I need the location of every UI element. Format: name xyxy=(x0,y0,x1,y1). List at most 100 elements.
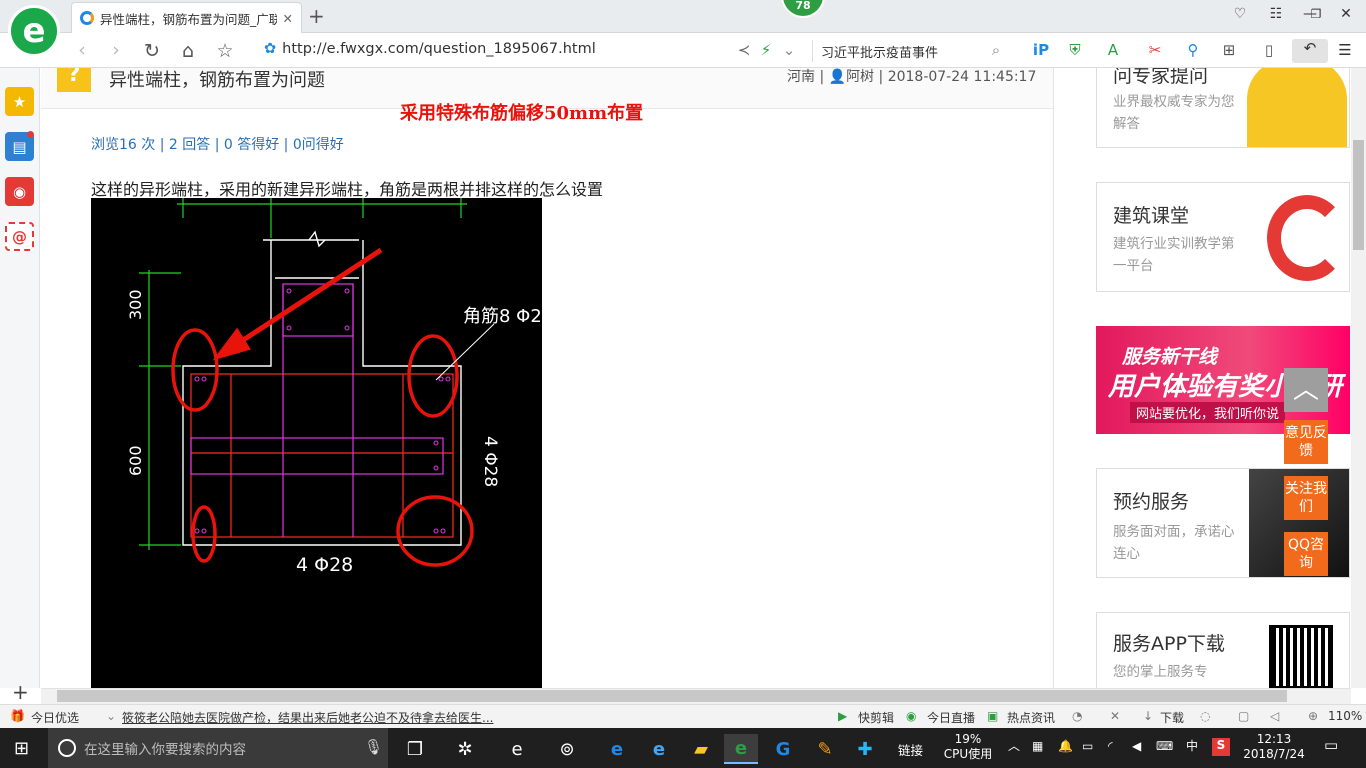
question-stats[interactable]: 浏览16 次 | 2 回答 | 0 答得好 | 0问得好 xyxy=(91,134,344,154)
sidebar-add-icon[interactable]: + xyxy=(12,680,29,704)
meta-region[interactable]: 河南 xyxy=(787,69,815,85)
card-subtitle: 您的掌上服务专 xyxy=(1113,664,1208,680)
url-text: http://e.fwxgx.com/question_1895067.html xyxy=(282,41,596,57)
windows-start-icon[interactable]: ⊞ xyxy=(14,738,29,759)
link-toolbar[interactable]: 链接 xyxy=(898,740,923,759)
follow-us-button[interactable]: 关注我们 xyxy=(1284,476,1328,520)
new-tab-button[interactable]: + xyxy=(308,4,325,28)
back-icon[interactable]: ‹ xyxy=(70,39,94,61)
volume-icon[interactable]: ◀ xyxy=(1132,739,1141,754)
shield-icon[interactable]: ⛨ xyxy=(1064,41,1086,59)
ime-indicator[interactable]: 中 xyxy=(1186,739,1198,754)
swirl-app-icon[interactable]: ⊚ xyxy=(550,734,584,764)
scissors-icon[interactable]: ✂ xyxy=(1144,41,1166,59)
edge-legacy-icon[interactable]: e xyxy=(500,734,534,764)
download-arrow-icon: ↓ xyxy=(1143,709,1154,723)
chevron-down-icon: ⌄ xyxy=(106,709,117,723)
edge-icon[interactable]: e xyxy=(600,734,634,764)
dim-side-label: 600 xyxy=(126,445,145,476)
g-app-icon[interactable]: G xyxy=(766,734,800,764)
notes-app-icon[interactable]: ✎ xyxy=(808,734,842,764)
clock-date: 2018/7/24 xyxy=(1243,747,1305,761)
mascot-icon xyxy=(1247,68,1347,147)
sidebar-mail-icon[interactable]: @ xyxy=(5,222,34,251)
news-ticker-link[interactable]: 筱筱老公陪她去医院做产检，结果出来后她老公迫不及待拿去给医生... xyxy=(122,709,493,726)
clock-time: 12:13 xyxy=(1256,732,1292,746)
sogou-ime-icon[interactable]: S xyxy=(1212,738,1230,756)
feedback-button[interactable]: 意见反馈 xyxy=(1284,420,1328,464)
browser-logo-icon[interactable]: e xyxy=(8,5,60,57)
tray-chevron-icon[interactable]: ︿ xyxy=(1008,739,1020,754)
translate-icon[interactable]: A xyxy=(1102,41,1124,59)
tray-app-icon[interactable]: ▦ xyxy=(1032,739,1043,754)
card-subtitle: 业界最权威专家为您解答 xyxy=(1113,94,1235,132)
card-title: 预约服务 xyxy=(1113,491,1190,513)
main-menu-icon[interactable]: ☰ xyxy=(1334,41,1356,59)
wifi-icon[interactable]: ◜ xyxy=(1108,739,1113,754)
horizontal-scroll-thumb[interactable] xyxy=(57,690,1287,702)
block-icon[interactable]: ✕ xyxy=(1110,709,1120,723)
battery-icon[interactable]: ▭ xyxy=(1082,739,1093,754)
back-to-top-button[interactable]: ︿ xyxy=(1284,368,1328,412)
taskbar-search-box[interactable]: 在这里输入你要搜索的内容 xyxy=(48,728,388,768)
bottom-bar-label: 4 Φ28 xyxy=(296,554,353,576)
course-logo-icon xyxy=(1267,195,1347,281)
cpu-label: CPU使用 xyxy=(943,747,993,761)
refresh-icon[interactable]: ↻ xyxy=(140,40,164,62)
url-bar[interactable]: ✿ http://e.fwxgx.com/question_1895067.ht… xyxy=(264,41,596,57)
file-explorer-icon[interactable]: ▰ xyxy=(684,734,718,764)
keyboard-icon[interactable]: ⌨ xyxy=(1156,739,1173,754)
qq-consult-button[interactable]: QQ咨询 xyxy=(1284,532,1328,576)
ie-icon[interactable]: e xyxy=(642,734,676,764)
card-subtitle: 建筑行业实训教学第一平台 xyxy=(1113,236,1235,274)
cad-drawing-svg: 300 600 角筋8 Φ28 4 Φ28 4 Φ28 xyxy=(126,198,553,576)
shirt-skin-icon[interactable]: ♡ xyxy=(1228,6,1252,22)
close-window-button[interactable]: ✕ xyxy=(1334,6,1358,22)
compat-icon[interactable]: ◌ xyxy=(1200,709,1210,723)
microphone-icon[interactable]: 🎙 xyxy=(364,738,383,756)
card-app-download[interactable]: 服务APP下载 您的掌上服务专 xyxy=(1096,612,1350,688)
magnifier-icon[interactable]: ⚲ xyxy=(1182,41,1204,59)
card-ask-expert[interactable]: 问专家提问 业界最权威专家为您解答 xyxy=(1096,68,1350,148)
zoom-level[interactable]: 110% xyxy=(1328,709,1362,723)
download-link[interactable]: 下载 xyxy=(1160,709,1184,726)
home-icon[interactable]: ⌂ xyxy=(176,40,200,62)
undo-close-tab-icon[interactable]: ↶ xyxy=(1292,39,1328,63)
plus-app-icon[interactable]: ✚ xyxy=(848,734,882,764)
task-view-icon[interactable]: ❐ xyxy=(398,734,432,764)
tab-close-icon[interactable]: ✕ xyxy=(283,11,293,26)
search-icon[interactable]: ⌕ xyxy=(985,41,1007,59)
360-browser-icon[interactable]: e xyxy=(724,734,758,764)
share-icon[interactable]: ≺ xyxy=(733,41,755,59)
vertical-scroll-thumb[interactable] xyxy=(1353,140,1364,250)
notification-bell-icon[interactable]: 🔔 xyxy=(1058,739,1073,754)
meta-user[interactable]: 阿树 xyxy=(846,69,874,85)
mute-icon[interactable]: ◁ xyxy=(1270,709,1279,723)
kuaijian-link[interactable]: 快剪辑 xyxy=(858,709,894,726)
question-title: 异性端柱，钢筋布置为问题 xyxy=(109,70,325,91)
card-building-class[interactable]: 建筑课堂 建筑行业实训教学第一平台 xyxy=(1096,182,1350,292)
ip-extension-icon[interactable]: iP xyxy=(1030,41,1052,59)
hot-news-link[interactable]: 热点资讯 xyxy=(1007,709,1055,726)
window-icon[interactable]: ▢ xyxy=(1238,709,1249,723)
today-picks-link[interactable]: 今日优选 xyxy=(31,709,79,726)
live-link[interactable]: 今日直播 xyxy=(927,709,975,726)
dropdown-chevron-icon[interactable]: ⌄ xyxy=(778,41,800,59)
forward-icon[interactable]: › xyxy=(104,39,128,61)
action-center-icon[interactable]: ▭ xyxy=(1324,738,1338,753)
phone-icon[interactable]: ▯ xyxy=(1258,41,1280,59)
site-info-icon: ✿ xyxy=(264,41,277,57)
apps-icon[interactable]: ⊞ xyxy=(1218,41,1240,59)
menu-grid-icon[interactable]: ☷ xyxy=(1264,6,1288,22)
restore-button[interactable]: ❐ xyxy=(1304,7,1328,21)
fan-app-icon[interactable]: ✲ xyxy=(448,734,482,764)
clock[interactable]: 12:13 2018/7/24 xyxy=(1242,732,1306,762)
cpu-meter[interactable]: 19% CPU使用 xyxy=(940,732,996,762)
speed-icon[interactable]: ◔ xyxy=(1072,709,1082,723)
sidebar-favorites-star-icon[interactable]: ★ xyxy=(5,87,34,116)
sidebar-weibo-icon[interactable]: ◉ xyxy=(5,177,34,206)
favorite-star-icon[interactable]: ☆ xyxy=(213,40,237,62)
lightning-icon[interactable]: ⚡ xyxy=(755,41,777,59)
tab-active[interactable]: 异性端柱，钢筋布置为问题_广联 ✕ xyxy=(71,2,302,33)
hot-search-box[interactable]: 习近平批示疫苗事件 xyxy=(812,40,1012,62)
